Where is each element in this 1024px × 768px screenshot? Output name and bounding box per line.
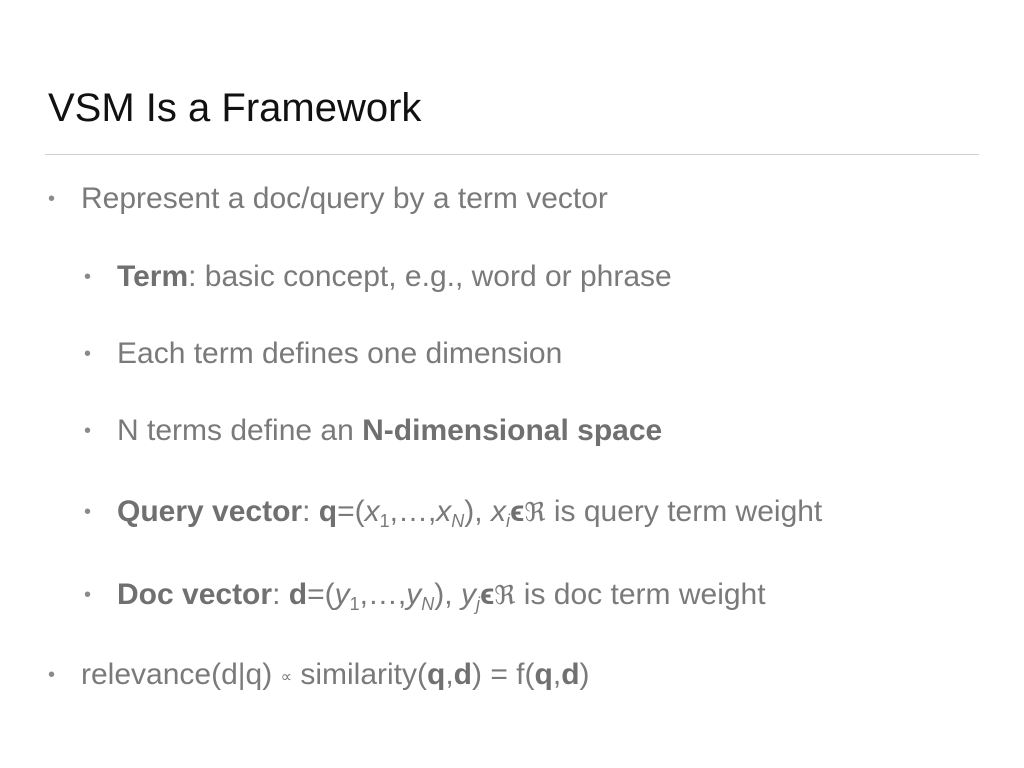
bullet-doc-vector: • Doc vector: d=(y1,…,yN), yjϵℜ is doc t… xyxy=(84,577,766,614)
bullet-term-definition: • Term: basic concept, e.g., word or phr… xyxy=(84,259,672,295)
bullet-dot-icon: • xyxy=(84,266,92,288)
bullet-text: : basic concept, e.g., word or phrase xyxy=(188,260,672,293)
bullet-term-vector: • Represent a doc/query by a term vector xyxy=(48,181,608,217)
ellipsis: ,…, xyxy=(359,578,407,611)
eq-open: =( xyxy=(307,578,335,611)
subscript-n: N xyxy=(451,511,465,531)
x-var: x xyxy=(364,495,380,528)
bullet-dimension: • Each term defines one dimension xyxy=(84,336,563,372)
d-symbol: d xyxy=(561,658,580,691)
bullet-dot-icon: • xyxy=(48,664,56,686)
bullet-relevance: • relevance(d|q) ∝ similarity(q,d) = f(q… xyxy=(48,657,590,696)
slide-title: VSM Is a Framework xyxy=(48,86,422,130)
doc-vector-symbol: d xyxy=(288,578,308,611)
real-numbers-symbol: ℜ xyxy=(494,581,516,611)
title-divider xyxy=(45,154,979,155)
bullet-n-dimensional: • N terms define an N-dimensional space xyxy=(84,413,663,449)
ellipsis: ,…, xyxy=(389,495,437,528)
close-paren: ), xyxy=(464,495,491,528)
bullet-text: Each term defines one dimension xyxy=(117,337,563,370)
equals-f-text: ) = f( xyxy=(472,658,535,691)
xi-var: x xyxy=(490,495,506,528)
yj-var: y xyxy=(460,578,476,611)
bullet-dot-icon: • xyxy=(84,420,92,442)
q-symbol: q xyxy=(534,658,553,691)
real-numbers-symbol: ℜ xyxy=(524,498,546,528)
bullet-dot-icon: • xyxy=(48,188,56,210)
element-of-symbol: ϵ xyxy=(509,495,525,528)
comma: , xyxy=(552,658,562,691)
slide: VSM Is a Framework • Represent a doc/que… xyxy=(0,0,1024,768)
query-vector-label: Query vector xyxy=(117,495,303,528)
doc-vector-label: Doc vector xyxy=(117,578,273,611)
subscript-n: N xyxy=(421,594,435,614)
bullet-text: N terms define an xyxy=(117,414,363,447)
query-vector-symbol: q xyxy=(318,495,338,528)
bullet-bold-term: Term xyxy=(117,260,189,293)
close-paren: ) xyxy=(579,658,590,691)
colon: : xyxy=(272,578,289,611)
subscript-1: 1 xyxy=(379,511,390,531)
relevance-text: relevance(d|q) xyxy=(81,658,281,691)
bullet-text: is doc term weight xyxy=(515,578,766,611)
y-var: y xyxy=(334,578,350,611)
comma: , xyxy=(445,658,454,691)
eq-open: =( xyxy=(337,495,365,528)
colon: : xyxy=(302,495,319,528)
bullet-query-vector: • Query vector: q=(x1,…,xN), xiϵℜ is que… xyxy=(84,494,823,531)
similarity-text: similarity( xyxy=(292,658,427,691)
element-of-symbol: ϵ xyxy=(479,578,495,611)
proportional-icon: ∝ xyxy=(280,669,292,686)
y-var: y xyxy=(406,578,422,611)
bullet-dot-icon: • xyxy=(84,501,92,523)
d-symbol: d xyxy=(453,658,472,691)
bullet-bold-space: N-dimensional space xyxy=(362,414,663,447)
bullet-text: Represent a doc/query by a term vector xyxy=(81,182,608,215)
bullet-dot-icon: • xyxy=(84,343,92,365)
bullet-dot-icon: • xyxy=(84,584,92,606)
bullet-text: is query term weight xyxy=(545,495,823,528)
close-paren: ), xyxy=(434,578,461,611)
x-var: x xyxy=(436,495,452,528)
q-symbol: q xyxy=(427,658,446,691)
subscript-1: 1 xyxy=(349,594,360,614)
